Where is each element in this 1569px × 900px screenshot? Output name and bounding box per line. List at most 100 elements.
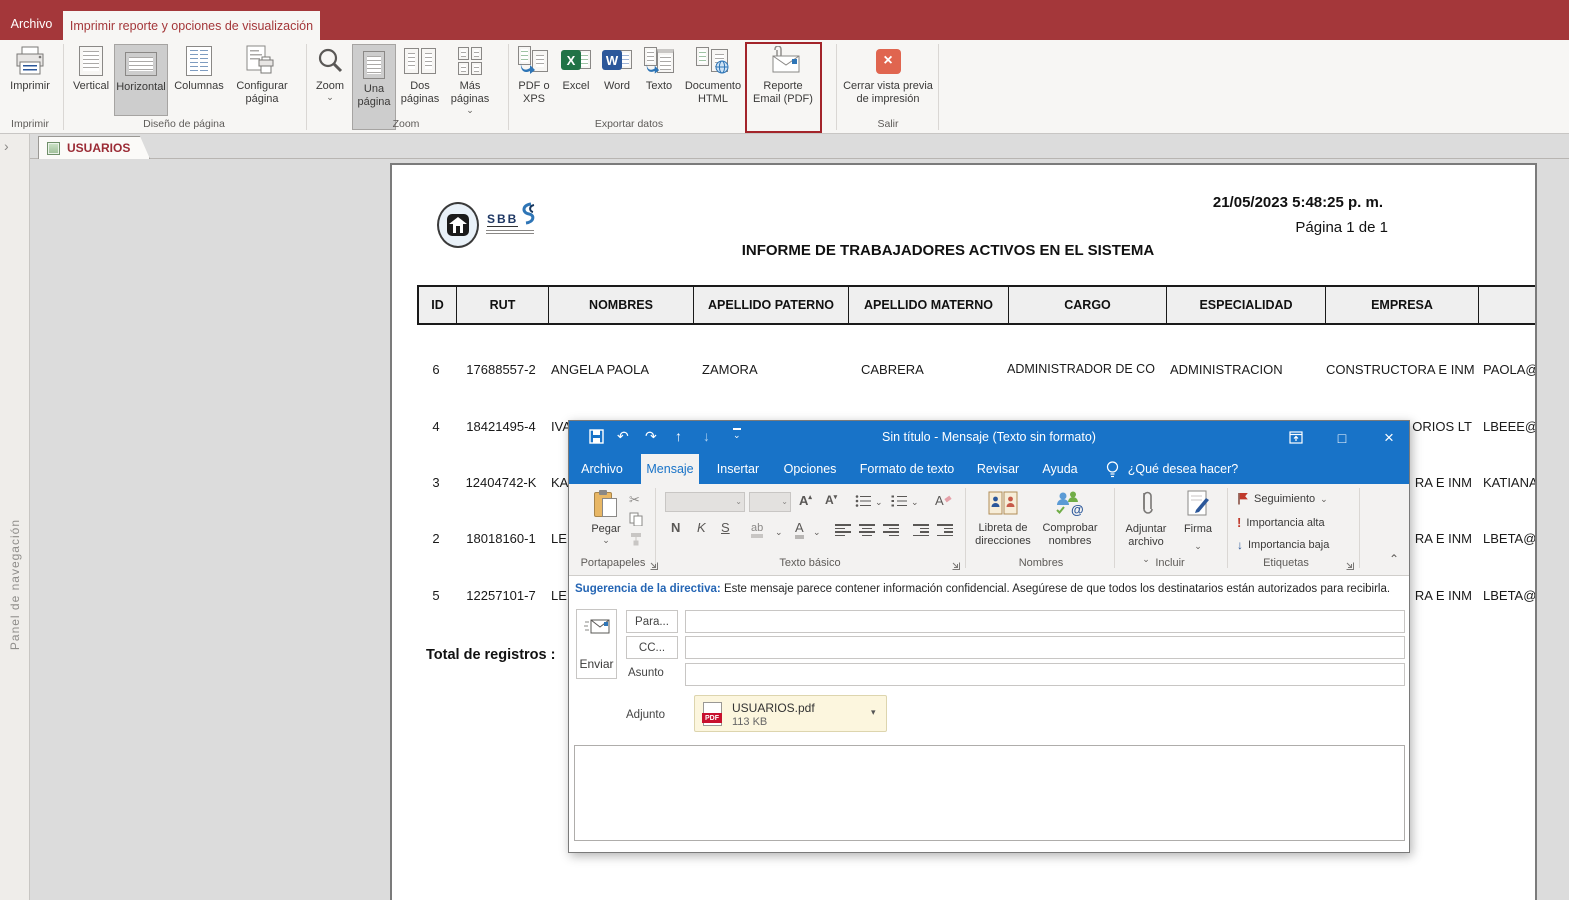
tab-imprimir-reporte[interactable]: Imprimir reporte y opciones de visualiza…: [63, 11, 320, 40]
object-tab-usuarios[interactable]: USUARIOS: [38, 136, 150, 159]
clipboard-icon: [594, 490, 618, 518]
bold-button[interactable]: N: [671, 520, 680, 535]
grow-font-button[interactable]: A▴: [799, 493, 812, 508]
nav-expand-icon[interactable]: ›: [4, 138, 9, 154]
cut-icon[interactable]: ✂: [629, 492, 640, 508]
popout-icon[interactable]: [1281, 427, 1311, 448]
close-icon[interactable]: ×: [1374, 427, 1404, 448]
word-label: Word: [603, 80, 631, 92]
clear-formatting-button[interactable]: A: [935, 493, 953, 508]
highlight-button[interactable]: ab: [751, 522, 764, 538]
word-button[interactable]: W Word: [598, 44, 636, 93]
increase-indent-icon[interactable]: [937, 524, 953, 536]
horizontal-button[interactable]: Horizontal: [114, 44, 168, 116]
asunto-input[interactable]: [685, 663, 1405, 686]
ribbon-separator: [965, 488, 966, 568]
object-tab-usuarios-label: USUARIOS: [67, 141, 131, 155]
importancia-alta-button[interactable]: ! Importancia alta: [1237, 515, 1325, 530]
font-size-select[interactable]: ⌄: [749, 492, 791, 512]
libreta-label: Libreta de direcciones: [975, 522, 1031, 547]
libreta-direcciones-button[interactable]: Libreta de direcciones: [973, 490, 1033, 548]
mas-paginas-button[interactable]: Más páginas ⌄: [444, 44, 496, 115]
documento-html-button[interactable]: Documento HTML: [682, 44, 744, 106]
columnas-button[interactable]: Columnas: [172, 44, 226, 93]
chevron-down-icon[interactable]: ⌄: [813, 528, 821, 537]
cell-rut: 17688557-2: [466, 361, 536, 377]
enviar-button[interactable]: Enviar: [576, 609, 617, 679]
ol-tab-opciones[interactable]: Opciones: [779, 454, 841, 484]
importancia-baja-button[interactable]: ↓ Importancia baja: [1237, 538, 1329, 552]
cell-rut: 12404742-K: [465, 474, 537, 490]
texto-basico-launcher-icon[interactable]: [951, 558, 961, 570]
imprimir-button[interactable]: Imprimir: [6, 44, 54, 93]
group-nombres-label: Nombres: [1018, 557, 1064, 569]
cc-input[interactable]: [685, 636, 1405, 659]
chevron-down-icon: ⌄: [326, 92, 334, 102]
cell-id: 3: [432, 474, 440, 490]
firma-button[interactable]: Firma ⌄: [1176, 490, 1220, 554]
pegar-button[interactable]: Pegar ⌄: [585, 490, 627, 545]
bullets-icon[interactable]: [855, 494, 872, 513]
importance-low-icon: ↓: [1237, 538, 1243, 552]
chevron-down-icon[interactable]: ⌄: [911, 498, 919, 507]
adjuntar-archivo-button[interactable]: Adjuntar archivo ⌄: [1120, 490, 1172, 567]
font-color-button[interactable]: A: [795, 520, 804, 539]
cc-button[interactable]: CC...: [626, 636, 678, 659]
chevron-down-icon[interactable]: ⌄: [875, 498, 883, 507]
outlook-title-bar[interactable]: ↶ ↷ ↑ ↓ ⌄ Sin título - Mensaje (Texto si…: [569, 421, 1409, 454]
attachment-chip[interactable]: PDF USUARIOS.pdf 113 KB ▾: [694, 695, 887, 732]
cell-cargo: ADMINISTRADOR DE CO: [1007, 362, 1155, 376]
message-body-input[interactable]: [574, 745, 1405, 841]
para-input[interactable]: [685, 610, 1405, 633]
font-name-select[interactable]: ⌄: [665, 492, 745, 512]
maximize-icon[interactable]: □: [1327, 427, 1357, 448]
align-center-icon[interactable]: [859, 524, 875, 536]
ol-tab-insertar[interactable]: Insertar: [709, 454, 767, 484]
multi-pages-grid-icon: [458, 44, 482, 78]
portapapeles-launcher-icon[interactable]: [649, 558, 659, 570]
etiquetas-launcher-icon[interactable]: [1345, 558, 1355, 570]
group-zoom-label: Zoom: [392, 118, 420, 130]
cerrar-vista-previa-button[interactable]: × Cerrar vista previa de impresión: [840, 44, 936, 106]
collapse-ribbon-icon[interactable]: ⌃: [1389, 552, 1399, 566]
decrease-indent-icon[interactable]: [913, 524, 929, 536]
attachment-dropdown-icon[interactable]: ▾: [871, 707, 876, 718]
ol-tab-insertar-label: Insertar: [716, 462, 760, 476]
cell-email: KATIANA: [1483, 474, 1537, 490]
pdf-xps-button[interactable]: PDF o XPS: [512, 44, 556, 106]
align-right-icon[interactable]: [883, 524, 899, 536]
ol-tab-mensaje[interactable]: Mensaje: [641, 454, 699, 484]
navigation-pane-collapsed[interactable]: › Panel de navegación: [0, 134, 30, 900]
cell-empresa: CONSTRUCTORA E INM: [1326, 361, 1475, 377]
cell-id: 2: [432, 530, 440, 546]
excel-button[interactable]: X Excel: [558, 44, 594, 93]
dos-paginas-button[interactable]: Dos páginas: [398, 44, 442, 106]
numbering-icon[interactable]: [891, 494, 908, 513]
ol-tab-formato[interactable]: Formato de texto: [853, 454, 961, 484]
align-left-icon[interactable]: [835, 524, 851, 536]
ol-tab-archivo[interactable]: Archivo: [577, 454, 627, 484]
tell-me-box[interactable]: ¿Qué desea hacer?: [1125, 454, 1241, 484]
columnas-label: Columnas: [174, 80, 224, 92]
cell-especialidad: ADMINISTRACION: [1170, 361, 1283, 377]
italic-button[interactable]: K: [697, 520, 706, 535]
col-header-email-clipped: [1479, 287, 1535, 323]
seguimiento-button[interactable]: Seguimiento ⌄: [1237, 492, 1328, 505]
comprobar-nombres-button[interactable]: @ Comprobar nombres: [1037, 490, 1103, 548]
ol-tab-revisar[interactable]: Revisar: [971, 454, 1025, 484]
texto-button[interactable]: Texto: [640, 44, 678, 93]
ol-tab-ayuda[interactable]: Ayuda: [1035, 454, 1085, 484]
copy-icon[interactable]: [629, 512, 643, 531]
vertical-button[interactable]: Vertical: [70, 44, 112, 93]
chevron-down-icon[interactable]: ⌄: [775, 528, 783, 537]
shrink-font-button[interactable]: A▾: [825, 493, 837, 507]
tab-archivo-access[interactable]: Archivo: [0, 0, 63, 40]
zoom-button[interactable]: Zoom ⌄: [310, 44, 350, 102]
format-painter-icon[interactable]: [629, 532, 643, 551]
underline-button[interactable]: S: [721, 520, 730, 535]
portrait-page-icon: [79, 44, 103, 78]
para-button[interactable]: Para...: [626, 610, 678, 633]
seguimiento-label: Seguimiento: [1254, 492, 1316, 505]
configurar-pagina-button[interactable]: Configurar página: [230, 44, 294, 106]
cell-rut: 18421495-4: [466, 418, 536, 434]
